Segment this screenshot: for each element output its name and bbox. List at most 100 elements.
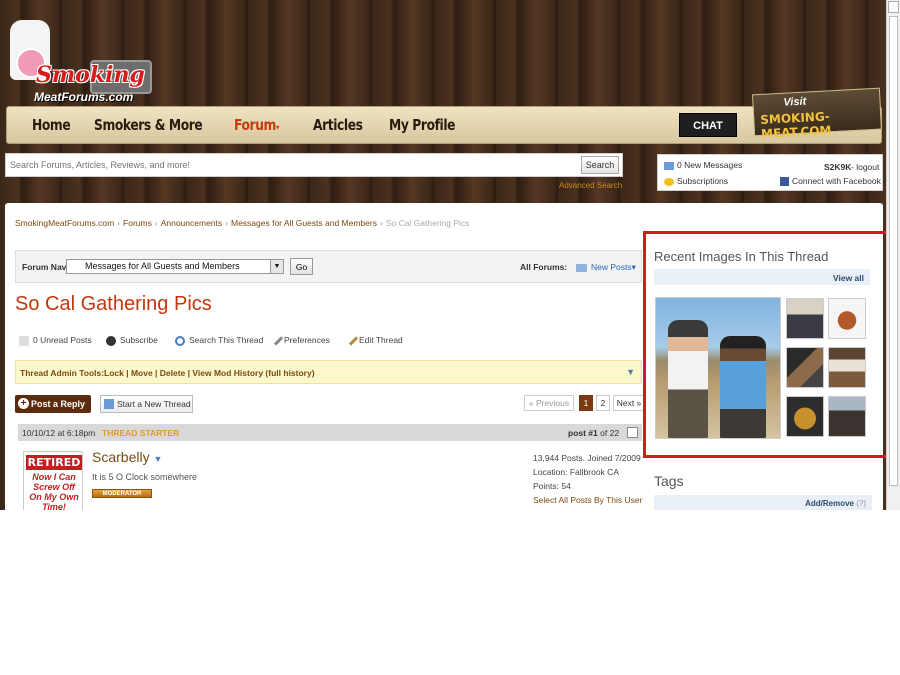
subscribe-link[interactable]: Subscribe	[106, 335, 158, 346]
start-new-thread-button[interactable]: Start a New Thread	[100, 395, 193, 413]
logout-link[interactable]: - logout	[851, 162, 879, 172]
subscriptions-link[interactable]: Subscriptions	[664, 176, 728, 186]
nav-forum[interactable]: Forum▾	[234, 116, 279, 134]
moderator-badge: MODERATOR	[92, 489, 152, 498]
breadcrumb-separator: ›	[225, 218, 228, 228]
search-bar: Search	[5, 153, 623, 177]
avatar[interactable]: RETIRED Now I Can Screw Off On My Own Ti…	[23, 451, 83, 510]
post-reply-button[interactable]: + Post a Reply	[15, 395, 91, 413]
select-user-posts-link[interactable]: Select All Posts By This User	[533, 493, 642, 507]
post-reply-label: Post a Reply	[31, 399, 86, 409]
breadcrumb-announcements[interactable]: Announcements	[161, 218, 222, 228]
search-button[interactable]: Search	[581, 156, 619, 174]
facebook-connect-link[interactable]: Connect with Facebook	[780, 176, 881, 187]
search-thread-label: Search This Thread	[189, 335, 264, 345]
post-username[interactable]: Scarbelly ▼	[92, 449, 162, 465]
visit-banner-site: SMOKING-MEAT.COM	[759, 109, 832, 141]
breadcrumb: SmokingMeatForums.com › Forums › Announcemen…	[15, 218, 469, 228]
subscribe-label: Subscribe	[120, 335, 158, 345]
user-stats: 13,944 Posts. Joined 7/2009 Location: Fa…	[533, 451, 642, 507]
page-1-button[interactable]: 1	[579, 395, 593, 411]
breadcrumb-home[interactable]: SmokingMeatForums.com	[15, 218, 114, 228]
scrollbar-thumb[interactable]	[889, 16, 898, 486]
tools-icon	[273, 336, 284, 346]
nav-my-profile[interactable]: My Profile	[389, 116, 456, 134]
previous-page-button[interactable]: « Previous	[524, 395, 574, 411]
breadcrumb-messages[interactable]: Messages for All Guests and Members	[231, 218, 377, 228]
user-post-count: 13,944 Posts. Joined 7/2009	[533, 453, 641, 463]
help-icon: (?)	[856, 499, 866, 508]
pencil-icon	[348, 336, 359, 346]
breadcrumb-separator: ›	[117, 218, 121, 228]
star-icon	[664, 177, 674, 186]
new-posts-label: New Posts	[591, 262, 632, 272]
thread-admin-tools: Thread Admin Tools: Lock | Move | Delete…	[15, 360, 642, 384]
admin-tools-links[interactable]: Lock | Move | Delete | View Mod History …	[104, 368, 315, 378]
post-select-checkbox[interactable]	[627, 427, 638, 438]
nav-forum-label: Forum	[234, 116, 276, 134]
breadcrumb-forums[interactable]: Forums	[123, 218, 152, 228]
speech-bubble-icon	[19, 335, 29, 346]
new-posts-link[interactable]: New Posts▾	[576, 262, 636, 273]
caret-down-icon: ▾	[631, 262, 636, 272]
breadcrumb-separator: ›	[154, 218, 158, 228]
vertical-scrollbar[interactable]	[886, 0, 900, 510]
nav-articles[interactable]: Articles	[313, 116, 363, 134]
tags-title: Tags	[654, 473, 684, 489]
username-link[interactable]: S2K9K	[824, 162, 851, 172]
facebook-icon	[780, 177, 789, 187]
post-number-label: post #1	[568, 428, 598, 438]
user-box: 0 New Messages S2K9K - logout Subscripti…	[657, 154, 883, 191]
collapse-caret-icon[interactable]: ▼	[626, 367, 635, 377]
breadcrumb-separator: ›	[379, 218, 383, 228]
chat-button[interactable]: CHAT	[679, 113, 737, 137]
logo-text-primary: Smoking	[36, 62, 145, 88]
browser-viewport: Smoking MeatForums.com Home Smokers & Mo…	[0, 0, 886, 510]
forum-nav-selected: Messages for All Guests and Members	[85, 261, 240, 271]
highlight-annotation	[643, 231, 886, 458]
user-points: Points: 54	[533, 481, 571, 491]
magnifier-icon	[175, 335, 185, 346]
edit-thread-link[interactable]: Edit Thread	[348, 335, 403, 346]
admin-tools-label: Thread Admin Tools:	[20, 368, 105, 378]
add-remove-label: Add/Remove	[805, 499, 854, 508]
advanced-search-link[interactable]: Advanced Search	[559, 181, 622, 190]
add-remove-tags-link[interactable]: Add/Remove (?)	[805, 499, 866, 508]
next-page-button[interactable]: Next »	[613, 395, 645, 411]
nav-smokers-more[interactable]: Smokers & More	[94, 116, 203, 134]
search-thread-link[interactable]: Search This Thread	[175, 335, 263, 346]
new-posts-icon	[576, 263, 587, 272]
post-number[interactable]: post #1 of 22	[568, 428, 619, 438]
post-username-label: Scarbelly	[92, 449, 150, 465]
page-2-button[interactable]: 2	[596, 395, 610, 411]
avatar-sign-text: RETIRED	[26, 455, 82, 470]
site-logo[interactable]: Smoking MeatForums.com	[6, 14, 156, 106]
plus-icon: +	[18, 398, 29, 409]
go-button[interactable]: Go	[290, 258, 313, 275]
unread-posts-label: 0 Unread Posts	[33, 335, 92, 345]
new-messages-label: 0 New Messages	[677, 160, 743, 170]
search-input[interactable]	[8, 156, 578, 174]
preferences-link[interactable]: Preferences	[273, 335, 330, 346]
chevron-down-icon: ▼	[270, 260, 283, 273]
avatar-caption: Now I Can Screw Off On My Own Time!	[29, 472, 79, 510]
forum-nav-select[interactable]: Messages for All Guests and Members ▼	[66, 259, 284, 274]
unread-posts-link[interactable]: 0 Unread Posts	[19, 335, 92, 346]
new-thread-label: Start a New Thread	[117, 399, 191, 409]
username-label: S2K9K	[824, 162, 852, 172]
nav-home[interactable]: Home	[32, 116, 71, 134]
logo-text-secondary: MeatForums.com	[34, 90, 134, 104]
scroll-up-icon[interactable]	[888, 1, 899, 13]
forum-nav-label: Forum Nav:	[22, 262, 70, 272]
breadcrumb-current: So Cal Gathering Pics	[385, 218, 470, 228]
facebook-connect-label: Connect with Facebook	[792, 176, 881, 186]
new-messages-link[interactable]: 0 New Messages	[664, 160, 742, 170]
edit-thread-label: Edit Thread	[359, 335, 403, 345]
envelope-icon	[664, 161, 674, 170]
visit-banner-label: Visit	[783, 95, 807, 109]
visit-smoking-meat-banner[interactable]: Visit SMOKING-MEAT.COM	[751, 87, 883, 141]
subscriptions-label: Subscriptions	[677, 176, 729, 186]
caret-down-icon: ▼	[153, 454, 163, 464]
post-date: 10/10/12 at 6:18pm	[22, 428, 96, 438]
thread-starter-badge: THREAD STARTER	[102, 428, 180, 438]
